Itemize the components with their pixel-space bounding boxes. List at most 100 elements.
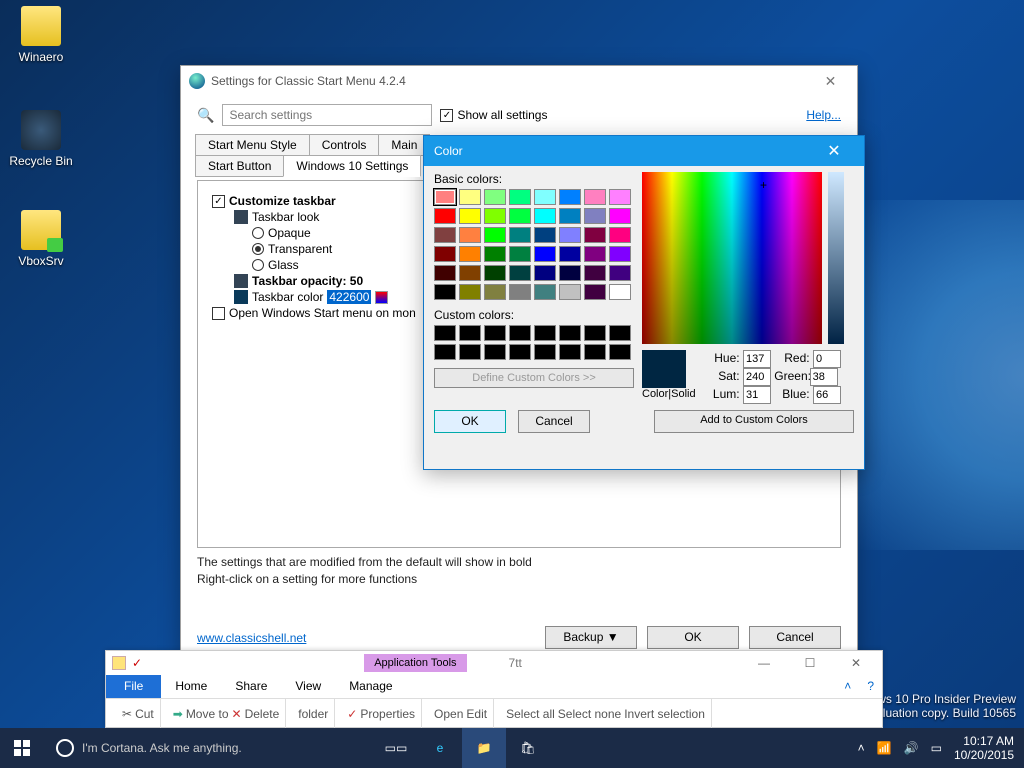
file-tab[interactable]: File (106, 675, 161, 698)
basic-swatch[interactable] (459, 189, 481, 205)
basic-swatch[interactable] (584, 284, 606, 300)
basic-swatch[interactable] (609, 189, 631, 205)
custom-swatch[interactable] (484, 344, 506, 360)
cancel-button[interactable]: Cancel (749, 626, 841, 649)
ok-button[interactable]: OK (647, 626, 739, 649)
hue-input[interactable] (743, 350, 771, 368)
basic-swatch[interactable] (484, 246, 506, 262)
custom-swatch[interactable] (509, 344, 531, 360)
basic-swatch[interactable] (509, 227, 531, 243)
taskbar-clock[interactable]: 10:17 AM10/20/2015 (954, 734, 1014, 763)
basic-swatch[interactable] (459, 227, 481, 243)
custom-swatch[interactable] (434, 325, 456, 341)
tab-controls[interactable]: Controls (309, 134, 380, 156)
basic-swatch[interactable] (509, 246, 531, 262)
tab-view[interactable]: View (281, 675, 335, 698)
basic-swatch[interactable] (609, 284, 631, 300)
lum-input[interactable] (743, 386, 771, 404)
tray-network-icon[interactable]: 📶 (877, 741, 892, 755)
cortana-search[interactable]: I'm Cortana. Ask me anything. (44, 728, 374, 768)
close-icon[interactable]: ✕ (808, 73, 853, 90)
custom-swatch[interactable] (484, 325, 506, 341)
basic-swatch[interactable] (509, 189, 531, 205)
backup-button[interactable]: Backup ▼ (545, 626, 637, 649)
sat-input[interactable] (743, 368, 771, 386)
basic-swatch[interactable] (584, 208, 606, 224)
basic-swatch[interactable] (484, 189, 506, 205)
basic-swatch[interactable] (459, 208, 481, 224)
color-cancel-button[interactable]: Cancel (518, 410, 590, 433)
taskbar-explorer[interactable]: 📁 (462, 728, 506, 768)
tab-manage[interactable]: Manage (335, 675, 406, 698)
basic-swatch[interactable] (509, 265, 531, 281)
custom-swatch[interactable] (584, 344, 606, 360)
basic-swatch[interactable] (484, 265, 506, 281)
custom-swatch[interactable] (534, 344, 556, 360)
search-input[interactable] (222, 104, 432, 126)
help-link[interactable]: Help... (806, 108, 841, 122)
basic-swatch[interactable] (434, 227, 456, 243)
taskview-icon[interactable]: ▭▭ (374, 728, 418, 768)
basic-swatch[interactable] (609, 265, 631, 281)
basic-swatch[interactable] (534, 265, 556, 281)
basic-swatch[interactable] (459, 246, 481, 262)
basic-swatch[interactable] (484, 208, 506, 224)
basic-swatch[interactable] (584, 189, 606, 205)
classicshell-link[interactable]: www.classicshell.net (197, 631, 306, 645)
custom-swatch[interactable] (534, 325, 556, 341)
custom-swatch[interactable] (609, 325, 631, 341)
tray-notifications-icon[interactable]: ▭ (931, 741, 942, 755)
basic-swatch[interactable] (434, 246, 456, 262)
help-icon[interactable]: ? (859, 675, 882, 698)
custom-swatch[interactable] (459, 325, 481, 341)
basic-swatch[interactable] (609, 227, 631, 243)
basic-swatch[interactable] (559, 246, 581, 262)
basic-swatch[interactable] (609, 208, 631, 224)
custom-swatch[interactable] (559, 325, 581, 341)
custom-swatch[interactable] (609, 344, 631, 360)
luminance-slider[interactable] (828, 172, 844, 344)
taskbar-store[interactable]: 🛍 (506, 728, 550, 768)
custom-swatch[interactable] (459, 344, 481, 360)
custom-swatch[interactable] (509, 325, 531, 341)
basic-swatch[interactable] (534, 208, 556, 224)
basic-swatch[interactable] (534, 284, 556, 300)
tab-startmenustyle[interactable]: Start Menu Style (195, 134, 310, 156)
tab-startbutton[interactable]: Start Button (195, 155, 284, 177)
basic-swatch[interactable] (534, 189, 556, 205)
basic-swatch[interactable] (559, 208, 581, 224)
basic-swatch[interactable] (534, 246, 556, 262)
close-icon[interactable]: ✕ (836, 656, 876, 670)
basic-swatch[interactable] (434, 284, 456, 300)
basic-swatch[interactable] (584, 227, 606, 243)
tray-volume-icon[interactable]: 🔊 (904, 741, 919, 755)
custom-swatch[interactable] (434, 344, 456, 360)
basic-swatch[interactable] (484, 227, 506, 243)
blue-input[interactable] (813, 386, 841, 404)
green-input[interactable] (810, 368, 838, 386)
basic-swatch[interactable] (509, 208, 531, 224)
taskbar-edge[interactable]: e (418, 728, 462, 768)
tab-win10settings[interactable]: Windows 10 Settings (283, 155, 421, 177)
color-titlebar[interactable]: Color ✕ (424, 136, 864, 166)
titlebar[interactable]: Settings for Classic Start Menu 4.2.4 ✕ (181, 66, 857, 96)
custom-swatch[interactable] (559, 344, 581, 360)
basic-swatch[interactable] (434, 265, 456, 281)
basic-swatch[interactable] (559, 227, 581, 243)
basic-swatch[interactable] (434, 189, 456, 205)
basic-swatch[interactable] (559, 284, 581, 300)
close-icon[interactable]: ✕ (814, 141, 854, 161)
basic-swatch[interactable] (584, 265, 606, 281)
desktop-icon-vboxsrv[interactable]: VboxSrv (6, 210, 76, 268)
color-picker-icon[interactable] (375, 291, 388, 304)
basic-swatch[interactable] (584, 246, 606, 262)
desktop-icon-winaero[interactable]: Winaero (6, 6, 76, 64)
red-input[interactable] (813, 350, 841, 368)
basic-swatch[interactable] (609, 246, 631, 262)
basic-swatch[interactable] (534, 227, 556, 243)
basic-swatch[interactable] (434, 208, 456, 224)
minimize-icon[interactable]: — (744, 656, 784, 670)
show-all-checkbox[interactable]: ✓Show all settings (440, 108, 547, 122)
basic-swatch[interactable] (459, 265, 481, 281)
basic-swatch[interactable] (484, 284, 506, 300)
